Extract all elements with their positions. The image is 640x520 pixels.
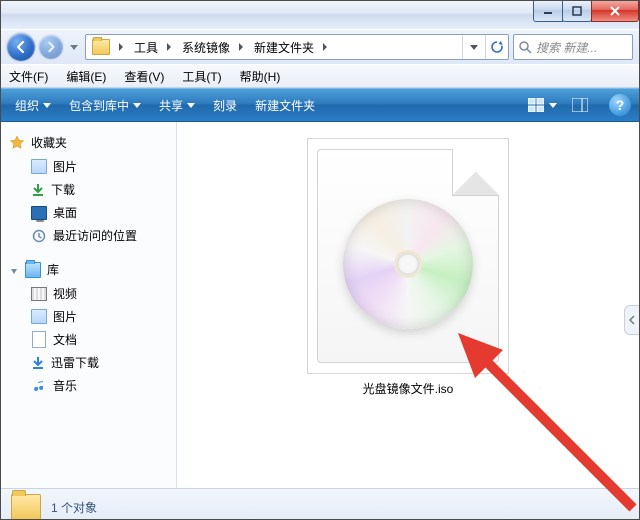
pictures-icon — [31, 309, 47, 324]
star-icon — [9, 135, 25, 151]
scroll-handle[interactable] — [624, 305, 639, 335]
back-button[interactable] — [7, 33, 35, 61]
title-bar — [1, 1, 639, 29]
file-list[interactable]: 光盘镜像文件.iso — [177, 122, 639, 488]
breadcrumb-seg-2[interactable]: 系统镜像 — [176, 35, 234, 59]
address-dropdown[interactable] — [462, 35, 485, 59]
navigation-pane: 收藏夹 图片 下载 桌面 — [1, 122, 177, 488]
minimize-button[interactable] — [533, 1, 563, 22]
chevron-down-icon — [187, 98, 195, 112]
command-bar: 组织 包含到库中 共享 刻录 新建文件夹 ? — [1, 88, 639, 122]
breadcrumb-seg-1[interactable]: 工具 — [128, 35, 162, 59]
body: 收藏夹 图片 下载 桌面 — [1, 122, 639, 488]
nav-favorites-label: 收藏夹 — [31, 134, 67, 151]
cmd-include-in-library[interactable]: 包含到库中 — [63, 94, 147, 117]
cmd-preview-pane[interactable] — [567, 94, 593, 116]
breadcrumb-sep[interactable] — [234, 35, 248, 59]
nav-lib-pictures[interactable]: 图片 — [1, 305, 176, 328]
cmd-share[interactable]: 共享 — [153, 94, 201, 117]
pictures-icon — [31, 159, 47, 174]
iso-file-icon — [317, 149, 499, 363]
close-button[interactable] — [591, 1, 639, 22]
folder-icon — [92, 39, 110, 55]
file-name: 光盘镜像文件.iso — [293, 380, 523, 397]
chevron-down-icon — [549, 98, 557, 112]
expand-icon — [9, 265, 19, 275]
explorer-window: 工具 系统镜像 新建文件夹 搜索 新建... 文件(F) 编辑(E) 查看(V)… — [0, 0, 640, 520]
search-icon — [518, 40, 532, 54]
menu-bar: 文件(F) 编辑(E) 查看(V) 工具(T) 帮助(H) — [1, 64, 639, 88]
breadcrumb-sep[interactable] — [318, 35, 332, 59]
address-bar[interactable]: 工具 系统镜像 新建文件夹 — [85, 34, 509, 60]
nav-favorites-group: 收藏夹 图片 下载 桌面 — [1, 132, 176, 247]
nav-fav-desktop[interactable]: 桌面 — [1, 201, 176, 224]
file-thumbnail — [307, 138, 509, 374]
file-item[interactable]: 光盘镜像文件.iso — [293, 138, 523, 397]
nav-fav-pictures[interactable]: 图片 — [1, 155, 176, 178]
refresh-button[interactable] — [485, 35, 508, 59]
window-controls — [534, 1, 639, 21]
chevron-down-icon — [43, 98, 51, 112]
folder-icon — [11, 494, 41, 520]
download-icon — [31, 356, 45, 370]
breadcrumb-seg-3[interactable]: 新建文件夹 — [248, 35, 318, 59]
nav-fav-recent[interactable]: 最近访问的位置 — [1, 224, 176, 247]
nav-lib-music[interactable]: 音乐 — [1, 374, 176, 397]
document-icon — [32, 331, 46, 348]
recent-icon — [31, 228, 47, 244]
video-icon — [31, 287, 47, 301]
nav-libraries-group: 库 视频 图片 文档 迅雷下载 — [1, 259, 176, 397]
forward-button[interactable] — [39, 35, 63, 59]
disc-icon — [343, 199, 473, 329]
menu-tools[interactable]: 工具(T) — [180, 66, 223, 87]
download-icon — [31, 183, 45, 197]
desktop-icon — [31, 206, 47, 220]
cmd-help[interactable]: ? — [609, 94, 631, 116]
status-bar: 1 个对象 — [1, 488, 639, 520]
nav-lib-videos[interactable]: 视频 — [1, 282, 176, 305]
menu-help[interactable]: 帮助(H) — [238, 66, 283, 87]
history-dropdown[interactable] — [67, 35, 81, 59]
cmd-burn[interactable]: 刻录 — [207, 94, 243, 117]
menu-edit[interactable]: 编辑(E) — [64, 66, 108, 87]
nav-lib-xunlei[interactable]: 迅雷下载 — [1, 351, 176, 374]
maximize-button[interactable] — [562, 1, 592, 22]
nav-libraries-header[interactable]: 库 — [1, 259, 176, 282]
cmd-new-folder[interactable]: 新建文件夹 — [249, 94, 321, 117]
nav-libraries-label: 库 — [47, 261, 59, 278]
menu-file[interactable]: 文件(F) — [7, 66, 50, 87]
music-icon — [31, 378, 47, 394]
nav-lib-documents[interactable]: 文档 — [1, 328, 176, 351]
breadcrumb-root-icon[interactable] — [86, 35, 114, 59]
nav-favorites-header[interactable]: 收藏夹 — [1, 132, 176, 155]
breadcrumb-sep[interactable] — [114, 35, 128, 59]
menu-view[interactable]: 查看(V) — [122, 66, 166, 87]
breadcrumb-sep[interactable] — [162, 35, 176, 59]
library-icon — [25, 262, 41, 278]
chevron-down-icon — [133, 98, 141, 112]
navigation-bar: 工具 系统镜像 新建文件夹 搜索 新建... — [1, 29, 639, 64]
search-placeholder: 搜索 新建... — [536, 39, 597, 56]
status-text: 1 个对象 — [51, 499, 97, 516]
cmd-organize[interactable]: 组织 — [9, 94, 57, 117]
nav-fav-downloads[interactable]: 下载 — [1, 178, 176, 201]
cmd-view-options[interactable] — [523, 94, 549, 116]
search-box[interactable]: 搜索 新建... — [513, 34, 633, 60]
